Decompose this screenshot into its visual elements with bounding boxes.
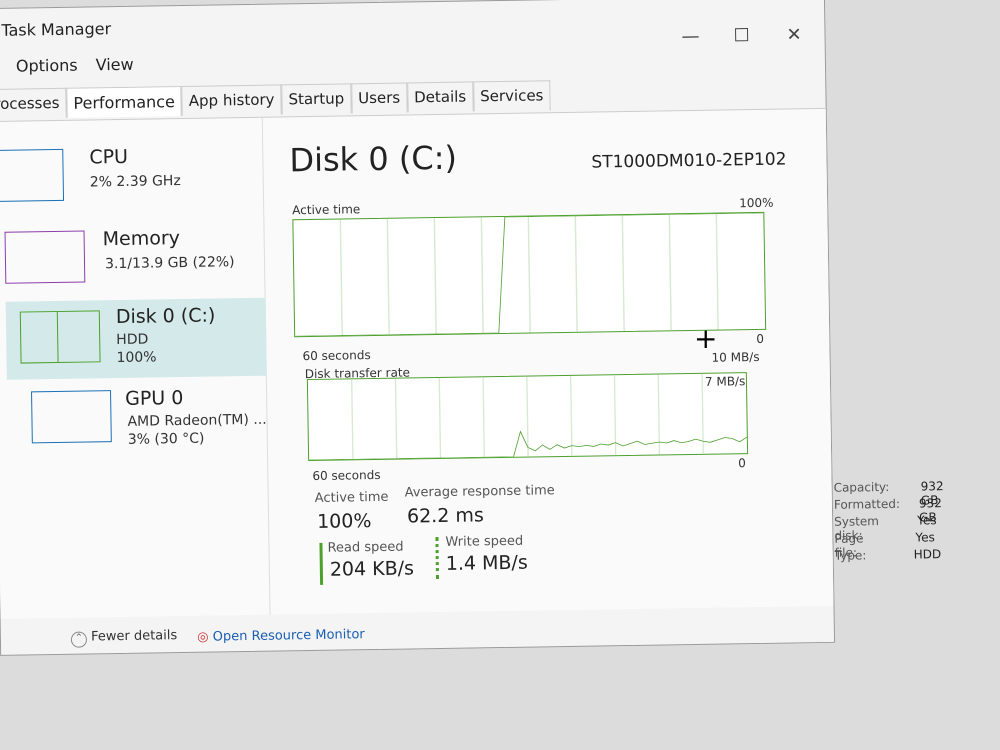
sidebar-item-label: Disk 0 (C:) <box>115 304 216 329</box>
resource-monitor-label: Open Resource Monitor <box>212 626 365 645</box>
grid-line <box>569 375 573 456</box>
disk-usage: 100% <box>116 349 157 367</box>
grid-line <box>574 215 578 332</box>
property-label: Capacity: <box>833 479 890 495</box>
transfer-secondary-max: 7 MB/s <box>704 374 746 389</box>
crosshair-cursor-icon: + <box>694 322 718 355</box>
grid-line <box>657 374 661 455</box>
disk-type: HDD <box>116 331 149 349</box>
read-speed-label: Read speed <box>327 539 404 556</box>
transfer-max: 10 MB/s <box>711 349 760 365</box>
cpu-usage: 2% 2.39 GHz <box>89 173 181 191</box>
write-speed-marker <box>435 537 440 580</box>
sidebar-item-cpu[interactable]: CPU 2% 2.39 GHz <box>0 138 264 220</box>
tab-details[interactable]: Details <box>406 81 474 113</box>
resource-monitor-icon: ◎ <box>197 629 209 645</box>
tab-app-history[interactable]: App history <box>181 84 282 116</box>
menu-bar: Options View <box>16 55 134 76</box>
grid-line <box>394 378 398 459</box>
maximize-button[interactable]: ☐ <box>733 25 749 46</box>
memory-usage: 3.1/13.9 GB (22%) <box>104 254 235 273</box>
write-speed-value: 1.4 MB/s <box>445 551 528 575</box>
read-speed-value: 204 KB/s <box>329 557 415 581</box>
gpu-usage: 3% (30 °C) <box>127 430 205 448</box>
property-value: Yes <box>915 530 935 545</box>
cpu-thumbnail-graph <box>0 148 65 203</box>
sidebar-item-label: CPU <box>89 145 129 169</box>
sidebar-item-label: Memory <box>102 227 181 251</box>
fewer-details-button[interactable]: ⌃ Fewer details <box>70 628 178 648</box>
tab-startup[interactable]: Startup <box>281 83 352 115</box>
open-resource-monitor-link[interactable]: ◎ Open Resource Monitor <box>197 627 365 645</box>
grid-line <box>433 218 437 335</box>
avg-response-label: Average response time <box>404 483 555 501</box>
active-time-graph <box>292 211 767 338</box>
grid-line <box>480 217 484 334</box>
active-time-max: 100% <box>739 195 774 211</box>
property-label: Type: <box>834 548 867 563</box>
read-speed-marker <box>319 542 324 585</box>
transfer-min: 0 <box>738 456 746 471</box>
sidebar-item-memory[interactable]: Memory 3.1/13.9 GB (22%) <box>0 220 266 302</box>
property-value: Yes <box>917 513 937 528</box>
disk-detail: Disk 0 (C:) ST1000DM010-2EP102 Active ti… <box>283 109 944 614</box>
grid-line <box>715 213 719 330</box>
tab-performance[interactable]: Performance <box>66 86 183 118</box>
sidebar-item-label: GPU 0 <box>124 387 184 410</box>
active-time-stat-label: Active time <box>314 489 389 506</box>
active-time-stat: 100% <box>316 510 372 533</box>
menu-view[interactable]: View <box>95 55 133 75</box>
grid-line <box>701 373 704 454</box>
footer: ⌃ Fewer details ◎ Open Resource Monitor <box>70 625 365 648</box>
transfer-span: 60 seconds <box>312 467 381 483</box>
close-button[interactable]: ✕ <box>786 24 801 45</box>
write-speed-label: Write speed <box>445 533 524 550</box>
tab-services[interactable]: Services <box>472 80 551 112</box>
grid-line <box>351 379 354 460</box>
chevron-up-icon: ⌃ <box>70 631 88 648</box>
grid-line <box>386 218 390 335</box>
property-label: Formatted: <box>833 496 901 512</box>
grid-line <box>621 215 625 332</box>
property-value: HDD <box>913 547 942 562</box>
sidebar-item-disk0[interactable]: Disk 0 (C:) HDD 100% <box>5 297 267 380</box>
grid-line <box>482 377 485 458</box>
fewer-details-label: Fewer details <box>90 628 178 645</box>
grid-line <box>527 216 531 333</box>
avg-response-value: 62.2 ms <box>406 504 484 528</box>
tab-users[interactable]: Users <box>350 82 408 114</box>
grid-line <box>668 214 672 331</box>
active-time-min: 0 <box>756 331 765 347</box>
page-title: Disk 0 (C:) <box>289 138 458 180</box>
active-time-span: 60 seconds <box>302 348 371 364</box>
grid-line <box>438 377 442 458</box>
menu-options[interactable]: Options <box>16 56 78 76</box>
gpu-thumbnail-graph <box>31 390 112 444</box>
performance-panel: CPU 2% 2.39 GHz Memory 3.1/13.9 GB (22%)… <box>0 107 944 619</box>
disk-thumbnail-graph <box>19 310 101 364</box>
memory-thumbnail-graph <box>4 230 86 284</box>
gpu-model: AMD Radeon(TM) ... <box>127 411 267 430</box>
window-title: Task Manager <box>1 19 112 40</box>
disk-model: ST1000DM010-2EP102 <box>591 149 787 173</box>
tab-processes[interactable]: Processes <box>0 87 67 120</box>
transfer-rate-graph <box>306 372 749 462</box>
minimize-button[interactable]: — <box>681 26 699 47</box>
active-time-label: Active time <box>292 202 361 218</box>
sidebar-item-gpu0[interactable]: GPU 0 AMD Radeon(TM) ... 3% (30 °C) <box>17 380 268 462</box>
resource-sidebar: CPU 2% 2.39 GHz Memory 3.1/13.9 GB (22%)… <box>0 117 271 619</box>
grid-line <box>339 219 343 336</box>
